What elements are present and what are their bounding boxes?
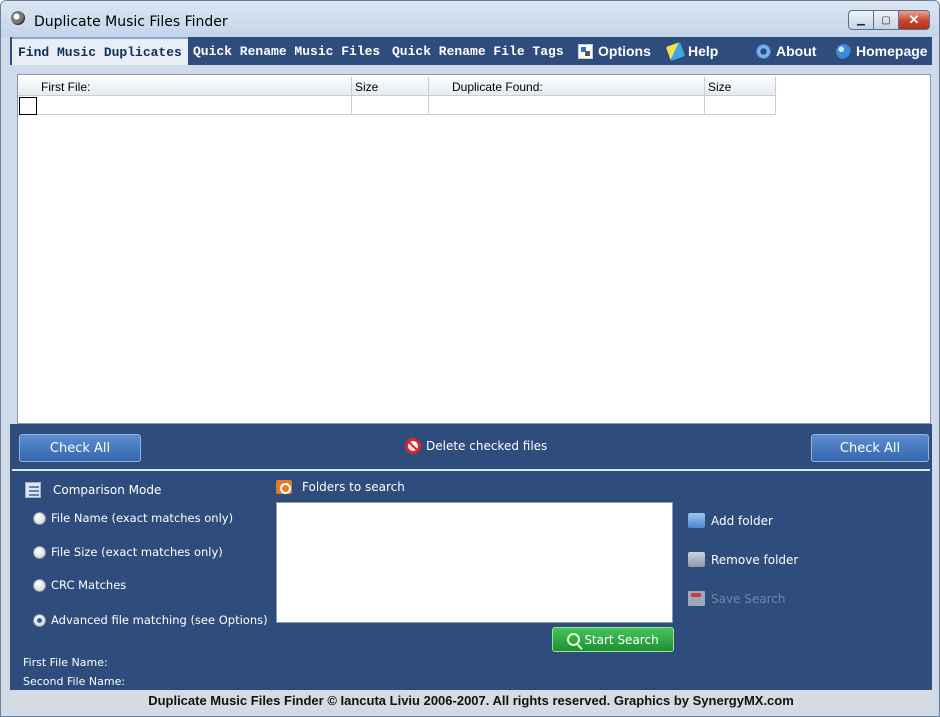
gear-icon bbox=[756, 43, 771, 59]
radio-file-name-label: File Name (exact matches only) bbox=[51, 511, 234, 525]
folder-search-icon bbox=[276, 480, 292, 494]
list-icon bbox=[25, 482, 41, 498]
start-search-label: Start Search bbox=[584, 632, 659, 647]
column-size-duplicate[interactable]: Size bbox=[705, 77, 776, 95]
results-grid: First File: Size Duplicate Found: Size bbox=[18, 77, 776, 115]
about-menu[interactable]: About bbox=[756, 37, 816, 65]
cell-size-duplicate bbox=[705, 96, 776, 115]
radio-file-size-label: File Size (exact matches only) bbox=[51, 545, 223, 559]
row-checkbox[interactable] bbox=[19, 97, 37, 115]
window-controls: ▁ ▢ ✕ bbox=[848, 10, 930, 30]
add-folder-button[interactable]: Add folder bbox=[688, 513, 773, 528]
tab-find-music-duplicates[interactable]: Find Music Duplicates bbox=[12, 37, 188, 65]
radio-crc-matches-label: CRC Matches bbox=[51, 578, 127, 592]
menu-bar: Find Music Duplicates Quick Rename Music… bbox=[10, 37, 932, 65]
check-all-left-button[interactable]: Check All bbox=[19, 434, 141, 462]
column-size-first[interactable]: Size bbox=[352, 77, 429, 95]
homepage-label: Homepage bbox=[856, 43, 928, 59]
help-menu[interactable]: Help bbox=[665, 37, 719, 65]
tab-quick-rename-file-tags[interactable]: Quick Rename File Tags bbox=[392, 37, 564, 65]
remove-folder-icon bbox=[688, 552, 705, 567]
app-window: Duplicate Music Files Finder ▁ ▢ ✕ Find … bbox=[0, 0, 940, 717]
options-label: Options bbox=[598, 43, 651, 59]
cell-size-first bbox=[352, 96, 429, 115]
close-button[interactable]: ✕ bbox=[898, 10, 930, 30]
folders-title: Folders to search bbox=[302, 480, 405, 494]
folders-list[interactable] bbox=[276, 502, 673, 623]
add-folder-icon bbox=[688, 513, 705, 528]
delete-checked-label: Delete checked files bbox=[426, 439, 548, 453]
window-title: Duplicate Music Files Finder bbox=[34, 14, 228, 30]
minimize-button[interactable]: ▁ bbox=[848, 10, 873, 30]
remove-folder-label: Remove folder bbox=[711, 552, 799, 567]
radio-crc-matches[interactable]: CRC Matches bbox=[33, 578, 126, 592]
radio-crc-matches-indicator[interactable] bbox=[33, 578, 46, 592]
add-folder-label: Add folder bbox=[711, 513, 773, 528]
grid-header: First File: Size Duplicate Found: Size bbox=[18, 77, 776, 96]
controls-panel: Check All Delete checked files Check All… bbox=[10, 424, 932, 690]
cell-first-file bbox=[18, 96, 352, 115]
title-bar: Duplicate Music Files Finder ▁ ▢ ✕ bbox=[1, 1, 939, 37]
column-duplicate-found[interactable]: Duplicate Found: bbox=[429, 77, 705, 95]
radio-file-size-indicator[interactable] bbox=[33, 545, 46, 559]
save-search-button[interactable]: Save Search bbox=[688, 591, 786, 606]
delete-checked-button[interactable]: Delete checked files bbox=[405, 438, 547, 454]
radio-advanced-matching-indicator[interactable] bbox=[33, 613, 46, 627]
footer-copyright: Duplicate Music Files Finder © Iancuta L… bbox=[10, 690, 932, 710]
radio-file-name-indicator[interactable] bbox=[33, 511, 46, 525]
radio-advanced-matching-label: Advanced file matching (see Options) bbox=[51, 613, 268, 627]
globe-icon bbox=[836, 43, 851, 59]
column-first-file[interactable]: First File: bbox=[18, 77, 352, 95]
radio-file-name[interactable]: File Name (exact matches only) bbox=[33, 511, 233, 525]
about-label: About bbox=[776, 43, 817, 59]
first-file-name-label: First File Name: bbox=[23, 656, 108, 669]
comparison-mode-heading: Comparison Mode bbox=[25, 482, 161, 498]
results-panel[interactable]: First File: Size Duplicate Found: Size bbox=[17, 74, 931, 424]
remove-folder-button[interactable]: Remove folder bbox=[688, 552, 798, 567]
radio-file-size[interactable]: File Size (exact matches only) bbox=[33, 545, 223, 559]
start-search-button[interactable]: Start Search bbox=[552, 627, 674, 652]
second-file-name-label: Second File Name: bbox=[23, 675, 126, 688]
options-icon bbox=[578, 43, 593, 59]
folders-heading: Folders to search bbox=[276, 480, 405, 494]
maximize-button[interactable]: ▢ bbox=[873, 10, 898, 30]
tab-quick-rename-music-files[interactable]: Quick Rename Music Files bbox=[193, 37, 380, 65]
check-all-right-button[interactable]: Check All bbox=[811, 434, 929, 462]
homepage-menu[interactable]: Homepage bbox=[836, 37, 928, 65]
delete-icon bbox=[405, 438, 421, 454]
comparison-mode-title: Comparison Mode bbox=[53, 483, 162, 497]
radio-advanced-matching[interactable]: Advanced file matching (see Options) bbox=[33, 613, 268, 627]
save-search-label: Save Search bbox=[711, 591, 786, 606]
help-icon bbox=[665, 41, 686, 61]
save-icon bbox=[688, 591, 705, 606]
options-menu[interactable]: Options bbox=[578, 37, 651, 65]
search-icon bbox=[567, 633, 581, 646]
divider bbox=[12, 469, 930, 471]
help-label: Help bbox=[688, 43, 719, 59]
table-row[interactable] bbox=[18, 96, 776, 115]
app-icon bbox=[11, 11, 25, 25]
cell-duplicate-found bbox=[429, 96, 705, 115]
